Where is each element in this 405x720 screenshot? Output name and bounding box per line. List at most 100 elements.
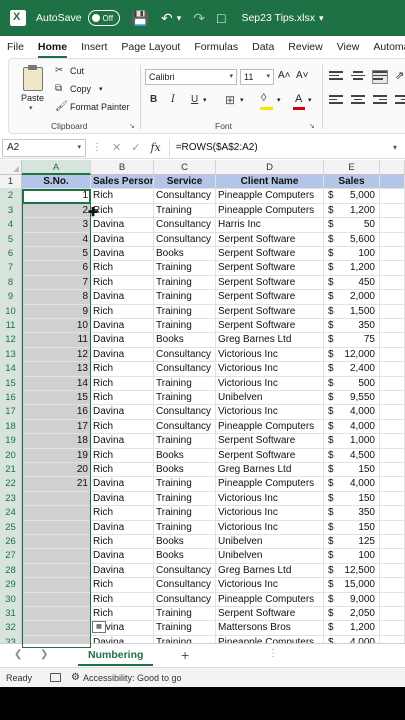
italic-button[interactable]: I bbox=[171, 94, 175, 105]
empty-cell[interactable] bbox=[380, 362, 405, 377]
file-name[interactable]: Sep23 Tips.xlsx bbox=[241, 12, 315, 24]
sales-person-cell[interactable]: Davina bbox=[91, 247, 154, 262]
service-cell[interactable]: Training bbox=[154, 319, 216, 334]
sno-cell[interactable] bbox=[22, 535, 91, 550]
client-name-cell[interactable]: Unibelven bbox=[216, 391, 324, 406]
clipboard-launcher-icon[interactable]: ↘ bbox=[129, 122, 135, 130]
align-right-icon[interactable] bbox=[373, 95, 387, 107]
sno-cell[interactable] bbox=[22, 491, 91, 507]
client-name-cell[interactable]: Unibelven bbox=[216, 535, 324, 550]
row-header[interactable]: 31 bbox=[0, 607, 22, 622]
service-cell[interactable]: Training bbox=[154, 477, 216, 492]
service-cell[interactable]: Training bbox=[154, 607, 216, 622]
font-color-chevron-down-icon[interactable]: ▾ bbox=[308, 96, 312, 104]
sales-cell[interactable]: $12,000 bbox=[324, 347, 380, 363]
sales-person-cell[interactable]: Rich bbox=[91, 275, 154, 291]
empty-cell[interactable] bbox=[380, 607, 405, 622]
row-header[interactable]: 3 bbox=[0, 203, 22, 219]
tab-file[interactable]: File bbox=[0, 41, 31, 58]
row-header[interactable]: 22 bbox=[0, 477, 22, 492]
client-name-cell[interactable]: Unibelven bbox=[216, 549, 324, 564]
column-header-a[interactable]: A bbox=[22, 160, 91, 175]
row-header[interactable]: 27 bbox=[0, 549, 22, 564]
service-cell[interactable]: Training bbox=[154, 290, 216, 305]
service-cell[interactable]: Books bbox=[154, 448, 216, 463]
undo-dropdown-icon[interactable]: ▾ bbox=[177, 13, 182, 24]
sno-cell[interactable] bbox=[22, 549, 91, 564]
fill-color-icon[interactable]: ◊ bbox=[261, 92, 266, 104]
service-cell[interactable]: Training bbox=[154, 275, 216, 291]
sno-cell[interactable] bbox=[22, 563, 91, 579]
sales-cell[interactable]: $50 bbox=[324, 218, 380, 233]
tab-formulas[interactable]: Formulas bbox=[187, 41, 245, 58]
sales-person-cell[interactable]: Rich bbox=[91, 506, 154, 521]
client-name-cell[interactable]: Serpent Software bbox=[216, 275, 324, 291]
service-cell[interactable]: Consultancy bbox=[154, 405, 216, 420]
sales-person-cell[interactable]: Rich bbox=[91, 261, 154, 276]
underline-button[interactable]: U bbox=[191, 94, 198, 105]
sheet-tab-numbering[interactable]: Numbering bbox=[78, 644, 154, 666]
sales-cell[interactable]: $125 bbox=[324, 535, 380, 550]
sno-cell[interactable]: 15 bbox=[22, 391, 91, 406]
column-header-b[interactable]: B bbox=[91, 160, 154, 175]
empty-cell[interactable] bbox=[380, 189, 405, 204]
sales-cell[interactable]: $4,000 bbox=[324, 419, 380, 435]
cut-button[interactable]: ✂ Cut bbox=[55, 65, 84, 76]
redo-icon[interactable]: ↷ bbox=[193, 11, 205, 25]
sales-person-cell[interactable]: Davina bbox=[91, 549, 154, 564]
sno-cell[interactable]: 8 bbox=[22, 290, 91, 305]
header-cell[interactable]: Sales Person bbox=[91, 175, 154, 190]
client-name-cell[interactable]: Pineapple Computers bbox=[216, 203, 324, 219]
service-cell[interactable]: Consultancy bbox=[154, 347, 216, 363]
align-center-icon[interactable] bbox=[351, 95, 365, 107]
row-header[interactable]: 17 bbox=[0, 405, 22, 420]
service-cell[interactable]: Training bbox=[154, 203, 216, 219]
row-header[interactable]: 2 bbox=[0, 189, 22, 204]
align-top-icon[interactable] bbox=[329, 71, 343, 83]
sales-person-cell[interactable]: Davina bbox=[91, 232, 154, 247]
row-header[interactable]: 9 bbox=[0, 290, 22, 305]
font-name-select[interactable]: Calibri ▾ bbox=[145, 69, 237, 85]
shrink-font-button[interactable]: A˅ bbox=[296, 70, 309, 81]
empty-cell[interactable] bbox=[380, 463, 405, 478]
sales-person-cell[interactable]: Rich bbox=[91, 391, 154, 406]
sales-person-cell[interactable]: Davina bbox=[91, 477, 154, 492]
formula-input[interactable]: =ROWS($A$2:A2) bbox=[176, 142, 258, 153]
align-bottom-icon[interactable] bbox=[372, 70, 388, 84]
service-cell[interactable]: Training bbox=[154, 491, 216, 507]
sales-cell[interactable]: $1,200 bbox=[324, 621, 380, 636]
underline-chevron-down-icon[interactable]: ▾ bbox=[203, 96, 207, 104]
row-header[interactable]: 25 bbox=[0, 520, 22, 535]
header-cell[interactable]: Service bbox=[154, 175, 216, 190]
service-cell[interactable]: Training bbox=[154, 434, 216, 449]
row-header[interactable]: 15 bbox=[0, 376, 22, 391]
service-cell[interactable]: Books bbox=[154, 535, 216, 550]
paste-icon[interactable] bbox=[23, 65, 43, 91]
sales-person-cell[interactable]: Rich bbox=[91, 448, 154, 463]
sno-cell[interactable]: 11 bbox=[22, 333, 91, 348]
header-cell[interactable]: Client Name bbox=[216, 175, 324, 190]
sales-person-cell[interactable]: Davina bbox=[91, 491, 154, 507]
tab-page-layout[interactable]: Page Layout bbox=[114, 41, 187, 58]
formula-bar-grip-icon[interactable]: ⋮ bbox=[92, 142, 102, 153]
row-header[interactable]: 28 bbox=[0, 563, 22, 579]
paste-chevron-down-icon[interactable]: ▾ bbox=[29, 104, 33, 112]
sno-cell[interactable]: 20 bbox=[22, 463, 91, 478]
empty-cell[interactable] bbox=[380, 175, 405, 190]
client-name-cell[interactable]: Greg Barnes Ltd bbox=[216, 333, 324, 348]
orientation-icon[interactable]: ⇗ bbox=[395, 69, 404, 82]
add-sheet-icon[interactable]: + bbox=[181, 647, 189, 663]
sales-person-cell[interactable]: Davina bbox=[91, 218, 154, 233]
row-header[interactable]: 5 bbox=[0, 232, 22, 247]
sales-person-cell[interactable]: Rich bbox=[91, 463, 154, 478]
sales-cell[interactable]: $350 bbox=[324, 319, 380, 334]
service-cell[interactable]: Training bbox=[154, 520, 216, 535]
empty-cell[interactable] bbox=[380, 448, 405, 463]
service-cell[interactable]: Consultancy bbox=[154, 419, 216, 435]
grow-font-button[interactable]: A˄ bbox=[278, 70, 291, 81]
sales-person-cell[interactable]: Davina bbox=[91, 290, 154, 305]
sales-person-cell[interactable]: Rich bbox=[91, 578, 154, 593]
empty-cell[interactable] bbox=[380, 203, 405, 219]
empty-cell[interactable] bbox=[380, 535, 405, 550]
empty-cell[interactable] bbox=[380, 290, 405, 305]
